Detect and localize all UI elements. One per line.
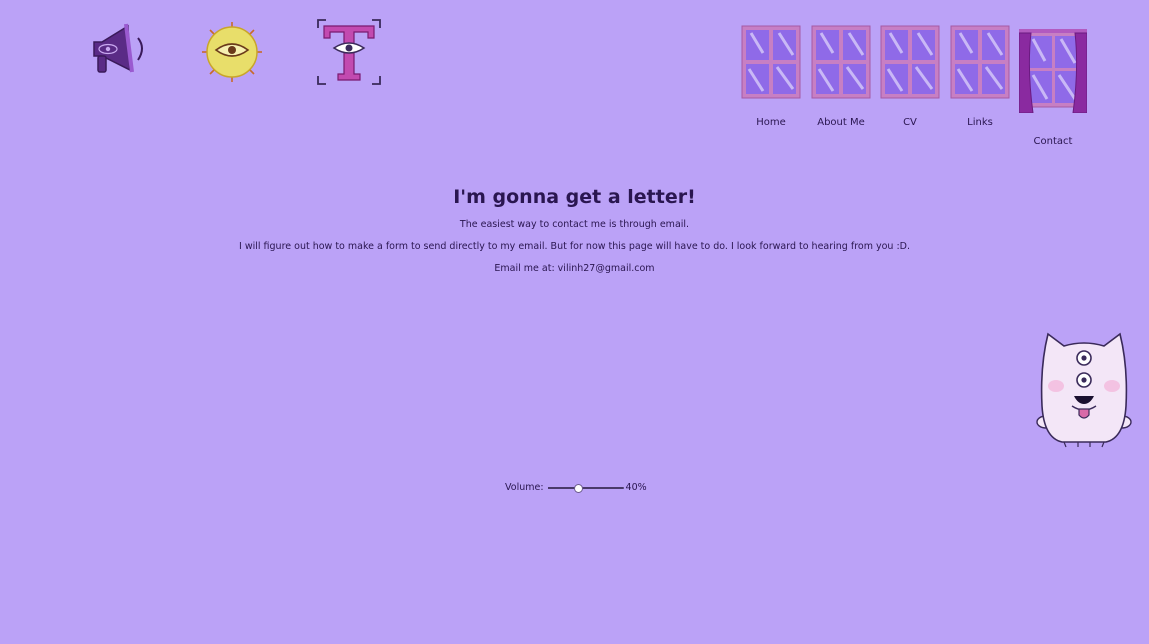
form-note-paragraph: I will figure out how to make a form to … bbox=[239, 241, 910, 252]
volume-slider-thumb[interactable] bbox=[573, 483, 583, 493]
volume-label: Volume: bbox=[505, 482, 544, 493]
nav-label-home: Home bbox=[756, 117, 786, 128]
volume-control: Volume: 40% bbox=[505, 482, 647, 493]
nav-label-contact: Contact bbox=[1033, 136, 1073, 147]
font-t-icon[interactable] bbox=[316, 18, 382, 86]
nav-label-cv: CV bbox=[903, 117, 917, 128]
volume-value: 40% bbox=[625, 482, 647, 493]
nav-item-home[interactable]: Home bbox=[740, 25, 802, 128]
monster-mascot-icon[interactable] bbox=[1034, 326, 1134, 452]
sun-eye-icon[interactable] bbox=[200, 20, 264, 84]
window-icon bbox=[949, 25, 1011, 99]
nav-label-links: Links bbox=[967, 117, 993, 128]
window-icon bbox=[810, 25, 872, 99]
nav-item-contact[interactable]: Contact bbox=[1018, 29, 1088, 147]
window-icon bbox=[740, 25, 802, 99]
megaphone-icon[interactable] bbox=[88, 20, 152, 76]
email-paragraph: Email me at: vilinh27@gmail.com bbox=[494, 263, 655, 274]
page: Home About Me CV Links Contact I'm gonna… bbox=[0, 0, 1149, 644]
volume-slider[interactable] bbox=[547, 483, 624, 493]
main-nav: Home About Me CV Links Contact bbox=[740, 25, 1100, 155]
nav-item-about-me[interactable]: About Me bbox=[810, 25, 872, 128]
nav-item-links[interactable]: Links bbox=[949, 25, 1011, 128]
intro-paragraph: The easiest way to contact me is through… bbox=[459, 219, 690, 230]
nav-label-about-me: About Me bbox=[817, 117, 865, 128]
page-title: I'm gonna get a letter! bbox=[453, 186, 696, 208]
window-icon bbox=[879, 25, 941, 99]
curtain-window-icon bbox=[1018, 29, 1088, 113]
nav-item-cv[interactable]: CV bbox=[879, 25, 941, 128]
main-content: I'm gonna get a letter! The easiest way … bbox=[0, 186, 1149, 284]
